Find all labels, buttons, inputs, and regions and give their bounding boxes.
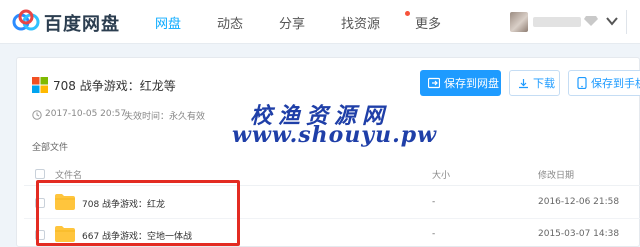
download-button-label: 下载 bbox=[533, 77, 555, 90]
nav-tab-activity[interactable]: 动态 bbox=[217, 13, 243, 32]
username-blurred[interactable] bbox=[533, 17, 581, 27]
column-header-name[interactable]: 文件名 bbox=[55, 168, 82, 181]
breadcrumb[interactable]: 全部文件 bbox=[32, 140, 68, 153]
file-date: 2015-03-07 14:38 bbox=[538, 229, 620, 239]
folder-icon bbox=[55, 194, 75, 210]
watermark-url: www.shouyu.pw bbox=[232, 122, 438, 148]
save-button-label: 保存到网盘 bbox=[444, 77, 499, 90]
windows-style-share-icon bbox=[32, 77, 48, 93]
download-button[interactable]: 下载 bbox=[509, 70, 560, 96]
user-avatar[interactable] bbox=[510, 12, 528, 32]
save-to-netdisk-button[interactable]: 保存到网盘 bbox=[420, 70, 501, 96]
save-icon bbox=[428, 77, 440, 89]
share-date: 2017-10-05 20:57 bbox=[45, 109, 127, 119]
brand-name[interactable]: 百度网盘 bbox=[44, 10, 120, 36]
download-icon bbox=[519, 78, 528, 88]
column-header-size[interactable]: 大小 bbox=[432, 168, 450, 181]
folder-icon bbox=[55, 226, 75, 242]
save-to-phone-label: 保存到手机 bbox=[591, 77, 640, 90]
nav-tab-netdisk[interactable]: 网盘 bbox=[155, 13, 181, 32]
nav-tab-find-resources[interactable]: 找资源 bbox=[341, 13, 380, 32]
nav-tab-share[interactable]: 分享 bbox=[279, 13, 305, 32]
file-name[interactable]: 667 战争游戏：空地一体战 bbox=[82, 229, 192, 242]
row-checkbox[interactable] bbox=[35, 230, 45, 240]
file-name[interactable]: 708 战争游戏：红龙 bbox=[82, 197, 165, 210]
notification-dot bbox=[405, 11, 410, 16]
header-divider bbox=[626, 10, 627, 34]
row-checkbox[interactable] bbox=[35, 198, 45, 208]
file-date: 2016-12-06 21:58 bbox=[538, 197, 620, 207]
nav-tab-more[interactable]: 更多 bbox=[415, 13, 441, 32]
share-title: 708 战争游戏：红龙等 bbox=[53, 79, 176, 93]
save-to-phone-button[interactable]: 保存到手机 bbox=[568, 70, 640, 96]
chevron-down-icon[interactable] bbox=[606, 16, 618, 26]
phone-icon bbox=[577, 77, 587, 89]
file-size: - bbox=[432, 229, 436, 239]
select-all-checkbox[interactable] bbox=[35, 169, 45, 179]
baidu-netdisk-logo-icon[interactable] bbox=[12, 9, 40, 35]
share-expiry: 失效时间：永久有效 bbox=[124, 112, 206, 122]
column-header-date[interactable]: 修改日期 bbox=[538, 168, 574, 181]
file-size: - bbox=[432, 197, 436, 207]
clock-icon bbox=[32, 110, 42, 120]
vip-diamond-icon[interactable] bbox=[584, 15, 598, 27]
